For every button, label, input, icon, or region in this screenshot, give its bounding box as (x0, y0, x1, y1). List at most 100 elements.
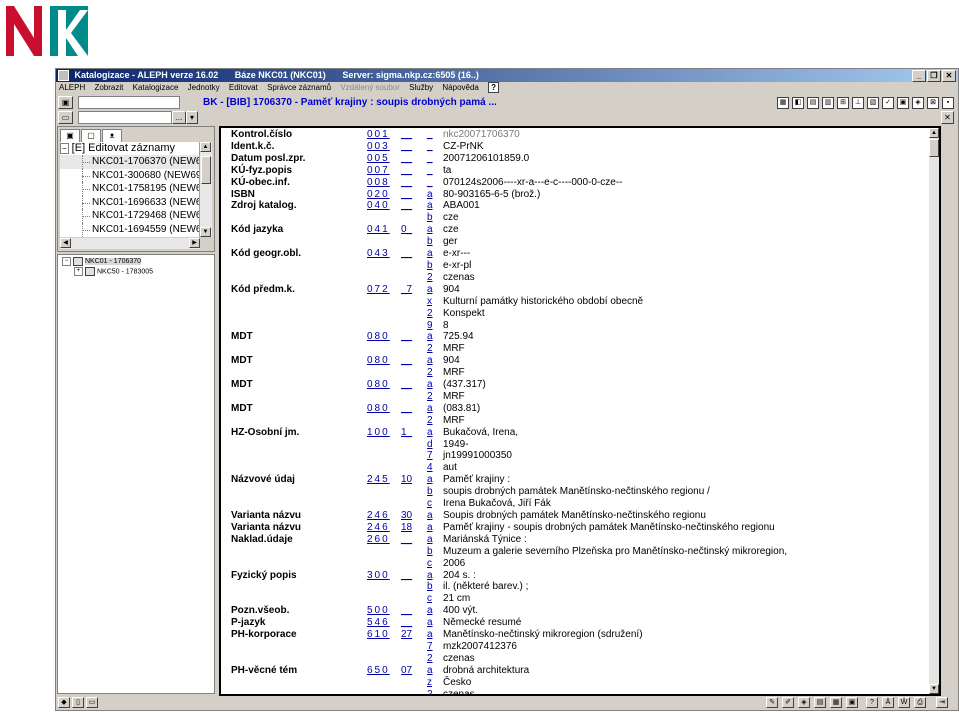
list-item[interactable]: NKC01-1729468 (NEW6 (60, 209, 200, 223)
tab-search-icon[interactable]: ▣ (60, 129, 80, 143)
field-subfield-code[interactable]: d (427, 439, 435, 451)
field-indicators[interactable]: _7 (401, 284, 417, 296)
marc-field-row[interactable]: b il. (některé barev.) ; (221, 581, 933, 593)
diamond-icon[interactable]: ◆ (58, 697, 70, 708)
field-value[interactable]: MRF (443, 367, 465, 379)
field-subfield-code[interactable]: _ (427, 153, 435, 165)
field-value[interactable]: ABA001 (443, 200, 480, 212)
field-tag[interactable]: 003 (367, 141, 393, 153)
close-button[interactable]: ✕ (942, 70, 956, 82)
field-value[interactable]: 21 cm (443, 593, 470, 605)
minimize-button[interactable]: _ (912, 70, 926, 82)
field-subfield-code[interactable]: c (427, 498, 435, 510)
field-subfield-code[interactable]: c (427, 593, 435, 605)
marc-field-row[interactable]: Ident.k.č. 003 __ _ CZ-PrNK (221, 141, 933, 153)
field-subfield-code[interactable]: 2 (427, 689, 435, 694)
field-value[interactable]: MRF (443, 343, 465, 355)
marc-field-row[interactable]: 2 czenas (221, 272, 933, 284)
field-subfield-code[interactable]: 7 (427, 450, 435, 462)
marc-field-row[interactable]: b cze (221, 212, 933, 224)
field-value[interactable]: soupis drobných památek Manětínsko-nečti… (443, 486, 710, 498)
field-tag[interactable]: 500 (367, 605, 393, 617)
field-tag[interactable]: 650 (367, 665, 393, 677)
check-icon[interactable]: ✓ (882, 97, 894, 109)
field-subfield-code[interactable]: 7 (427, 641, 435, 653)
field-value[interactable]: MRF (443, 415, 465, 427)
field-subfield-code[interactable]: _ (427, 129, 435, 141)
field-indicators[interactable]: 30 (401, 510, 417, 522)
field-tag[interactable]: 610 (367, 629, 393, 641)
menu-jednotky[interactable]: Jednotky (188, 83, 220, 92)
field-subfield-code[interactable]: b (427, 236, 435, 248)
marc-field-row[interactable]: z Česko (221, 677, 933, 689)
field-indicators[interactable]: __ (401, 200, 417, 212)
marc-field-row[interactable]: KÚ-fyz.popis 007 __ _ ta (221, 165, 933, 177)
marc-field-row[interactable]: c 21 cm (221, 593, 933, 605)
field-subfield-code[interactable]: a (427, 248, 435, 260)
marc-field-row[interactable]: HZ-Osobní jm. 100 1_ a Bukačová, Irena, (221, 427, 933, 439)
field-indicators[interactable]: __ (401, 355, 417, 367)
field-subfield-code[interactable]: a (427, 665, 435, 677)
status-icon-1[interactable]: ✎ (766, 697, 778, 708)
field-value[interactable]: e-xr--- (443, 248, 470, 260)
field-indicators[interactable]: 0_ (401, 224, 417, 236)
field-indicators[interactable]: __ (401, 177, 417, 189)
field-value[interactable]: Irena Bukačová, Jiří Fák (443, 498, 551, 510)
field-value[interactable]: Muzeum a galerie severního Plzeňska pro … (443, 546, 787, 558)
field-value[interactable]: Manětínsko-nečtinský mikroregion (sdruže… (443, 629, 643, 641)
marc-field-row[interactable]: Kód předm.k. 072 _7 a 904 (221, 284, 933, 296)
field-value[interactable]: (437.317) (443, 379, 486, 391)
field-value[interactable]: 20071206101859.0 (443, 153, 529, 165)
field-value[interactable]: mzk2007412376 (443, 641, 517, 653)
field-value[interactable]: 904 (443, 284, 460, 296)
field-value[interactable]: 070124s2006----xr-a---e-c----000-0-cze-- (443, 177, 623, 189)
field-subfield-code[interactable]: 2 (427, 653, 435, 665)
field-value[interactable]: (083.81) (443, 403, 480, 415)
field-indicators[interactable]: 1_ (401, 427, 417, 439)
tab-binoculars-icon[interactable]: ᴥ (102, 129, 122, 143)
list-item[interactable]: NKC01-1696633 (NEW6 (60, 195, 200, 210)
horizontal-scrollbar[interactable]: ◀ ▶ (60, 238, 200, 249)
scroll-thumb[interactable] (201, 156, 211, 184)
field-tag[interactable]: 245 (367, 474, 393, 486)
field-tag[interactable]: 080 (367, 355, 393, 367)
field-value[interactable]: CZ-PrNK (443, 141, 484, 153)
field-subfield-code[interactable]: b (427, 260, 435, 272)
collapse-icon[interactable]: − (60, 143, 69, 154)
page-icon-2[interactable]: ▭ (86, 697, 98, 708)
field-indicators[interactable]: __ (401, 403, 417, 415)
edit-records-header[interactable]: − [E] Editovat záznamy (60, 142, 200, 155)
field-subfield-code[interactable]: a (427, 403, 435, 415)
field-tag[interactable]: 001 (367, 129, 393, 141)
menu-napoveda[interactable]: Nápověda (442, 83, 478, 92)
marc-field-row[interactable]: b soupis drobných památek Manětínsko-nečt… (221, 486, 933, 498)
status-icon-6[interactable]: ▣ (846, 697, 858, 708)
field-tag[interactable]: 020 (367, 189, 393, 201)
marc-field-row[interactable]: Kód geogr.obl. 043 __ a e-xr--- (221, 248, 933, 260)
field-indicators[interactable]: __ (401, 570, 417, 582)
page-icon[interactable]: ▯ (72, 697, 84, 708)
field-subfield-code[interactable]: _ (427, 177, 435, 189)
field-subfield-code[interactable]: a (427, 510, 435, 522)
list-item[interactable]: NKC01-1706370 (NEW6 (60, 155, 200, 169)
field-indicators[interactable]: __ (401, 165, 417, 177)
menu-aleph[interactable]: ALEPH (59, 83, 85, 92)
marc-field-row[interactable]: PH-korporace 610 27 a Manětínsko-nečtinský m… (221, 629, 933, 641)
editor-scrollbar[interactable]: ▲ ▼ (929, 128, 939, 694)
marc-field-row[interactable]: Naklad.údaje 260 __ a Mariánská Týnice : (221, 534, 933, 546)
record-icon-4[interactable]: ▥ (822, 97, 834, 109)
marc-field-row[interactable]: 2 czenas (221, 689, 933, 694)
field-indicators[interactable]: __ (401, 331, 417, 343)
menu-spravce-zaznamu[interactable]: Správce záznamů (267, 83, 331, 92)
field-value[interactable]: Česko (443, 677, 471, 689)
tree-expander-icon[interactable]: + (74, 267, 83, 276)
record-icon-7[interactable]: ▧ (867, 97, 879, 109)
marc-field-row[interactable]: Varianta názvu 246 18 a Paměť krajiny - soup… (221, 522, 933, 534)
marc-field-row[interactable]: 2 MRF (221, 391, 933, 403)
marc-field-row[interactable]: 2 MRF (221, 367, 933, 379)
field-indicators[interactable]: __ (401, 534, 417, 546)
field-tag[interactable]: 100 (367, 427, 393, 439)
field-subfield-code[interactable]: b (427, 581, 435, 593)
field-subfield-code[interactable]: 2 (427, 415, 435, 427)
menu-editovat[interactable]: Editovat (229, 83, 258, 92)
